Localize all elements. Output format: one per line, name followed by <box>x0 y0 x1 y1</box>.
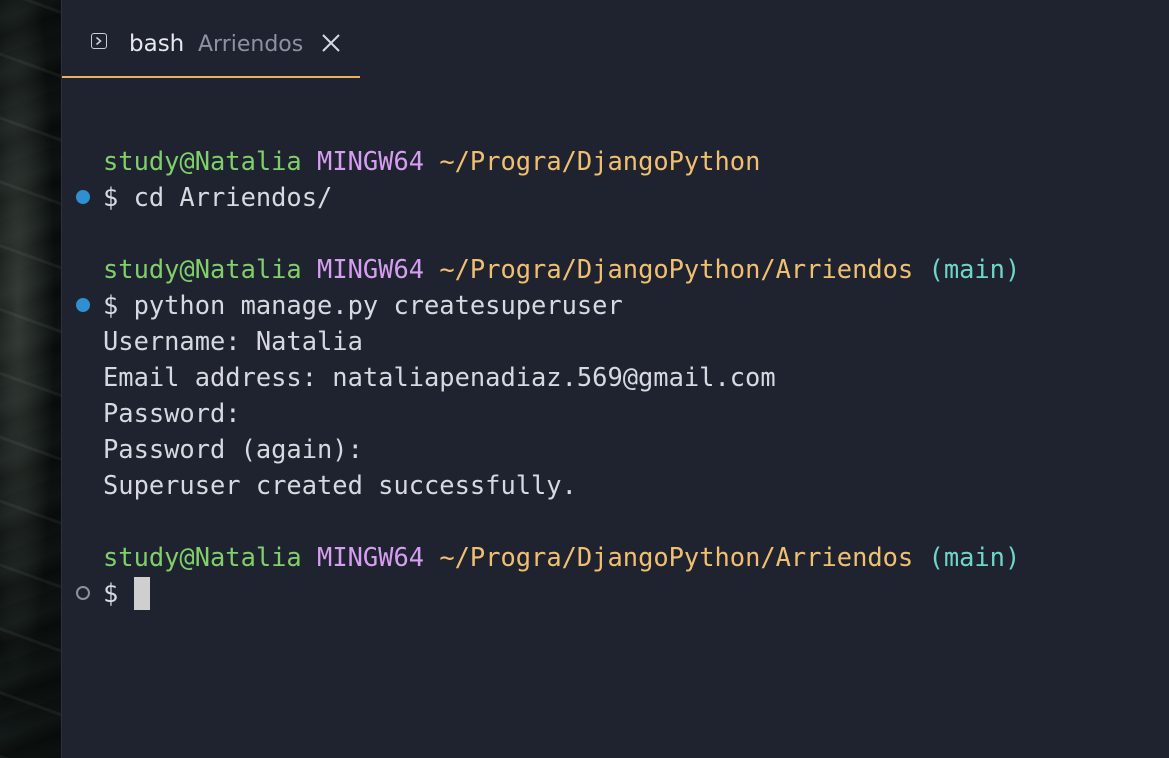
prompt-host: MINGW64 <box>317 146 425 176</box>
prompt-user: study@Natalia <box>103 542 302 572</box>
prompt-user: study@Natalia <box>103 146 302 176</box>
prompt-line: study@Natalia MINGW64 ~/Progra/DjangoPyt… <box>62 539 1169 575</box>
tab-bash[interactable]: bash Arriendos <box>62 0 360 78</box>
tab-description: Arriendos <box>198 32 304 57</box>
close-icon[interactable] <box>321 33 341 53</box>
command-line: $ python manage.py createsuperuser <box>62 287 1169 323</box>
command-text: $ cd Arriendos/ <box>103 182 333 212</box>
command-success-icon[interactable] <box>76 298 90 312</box>
prompt-path: ~/Progra/DjangoPython/Arriendos <box>439 542 914 572</box>
prompt-host: MINGW64 <box>317 254 425 284</box>
prompt-path: ~/Progra/DjangoPython/Arriendos <box>439 254 914 284</box>
prompt-path: ~/Progra/DjangoPython <box>439 146 761 176</box>
prompt-branch: (main) <box>928 542 1021 572</box>
prompt-symbol: $ <box>103 578 134 608</box>
output-line: Superuser created successfully. <box>103 470 577 500</box>
desktop-background <box>0 0 61 758</box>
terminal-panel[interactable]: bash Arriendos study@Natalia MINGW64 ~/P… <box>62 0 1169 758</box>
tab-title: bash <box>129 31 185 57</box>
terminal-icon <box>91 33 107 49</box>
prompt-branch: (main) <box>928 254 1021 284</box>
output-line: Password: <box>103 398 241 428</box>
command-line: $ cd Arriendos/ <box>62 179 1169 215</box>
input-line[interactable]: $ <box>62 575 1169 611</box>
command-pending-icon <box>76 586 90 600</box>
prompt-user: study@Natalia <box>103 254 302 284</box>
output-line: Password (again): <box>103 434 363 464</box>
command-success-icon[interactable] <box>76 190 90 204</box>
prompt-line: study@Natalia MINGW64 ~/Progra/DjangoPyt… <box>62 251 1169 287</box>
prompt-host: MINGW64 <box>317 542 425 572</box>
prompt-line: study@Natalia MINGW64 ~/Progra/DjangoPyt… <box>62 143 1169 179</box>
terminal-output[interactable]: study@Natalia MINGW64 ~/Progra/DjangoPyt… <box>62 143 1169 611</box>
output-line: Username: Natalia <box>103 326 363 356</box>
output-line: Email address: nataliapenadiaz.569@gmail… <box>103 362 776 392</box>
text-cursor <box>133 576 150 610</box>
command-text: $ python manage.py createsuperuser <box>103 290 623 320</box>
